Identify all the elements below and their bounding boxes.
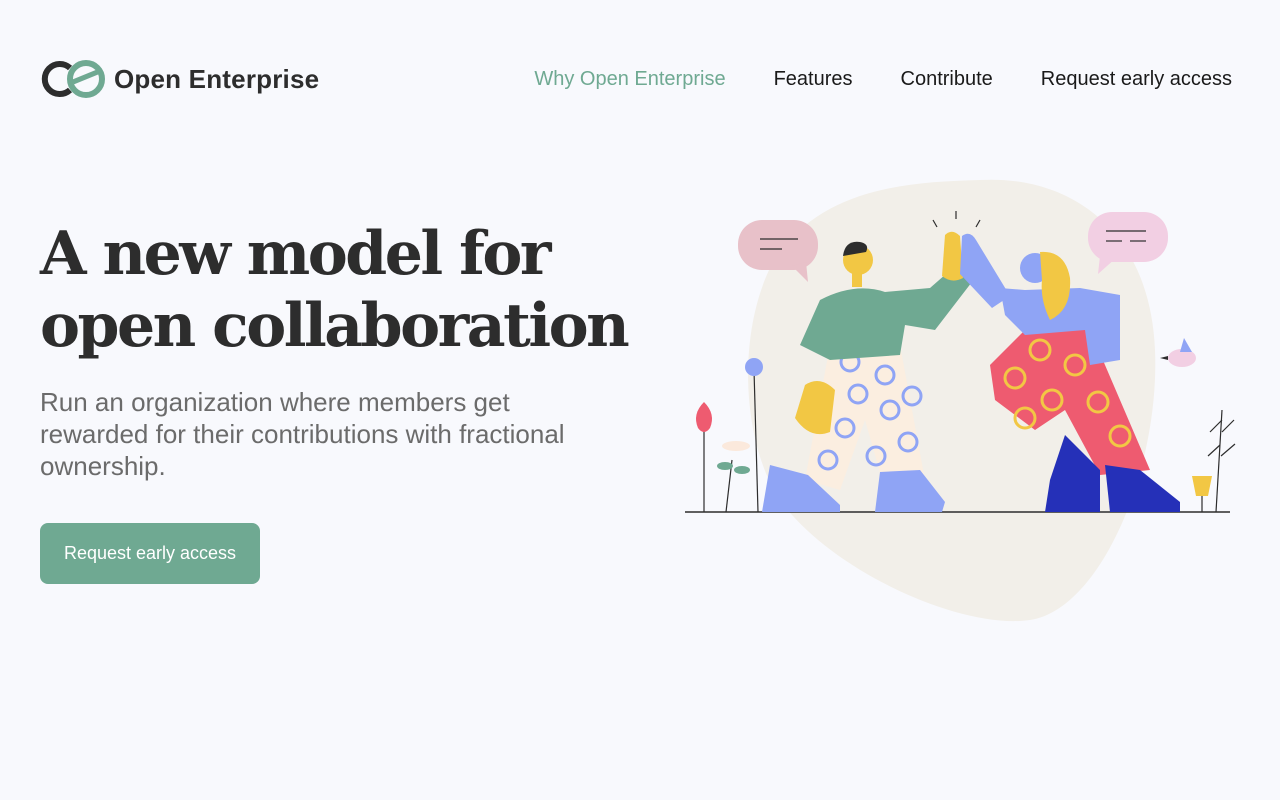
nav-why-open-enterprise[interactable]: Why Open Enterprise bbox=[534, 68, 725, 91]
nav-features[interactable]: Features bbox=[774, 68, 853, 91]
hero-subtitle: Run an organization where members get re… bbox=[40, 387, 565, 481]
main-nav: Why Open Enterprise Features Contribute … bbox=[534, 68, 1232, 91]
bird-icon bbox=[1160, 338, 1196, 367]
high-five-illustration bbox=[685, 179, 1236, 622]
brand-link[interactable]: Open Enterprise bbox=[40, 59, 319, 99]
nav-contribute[interactable]: Contribute bbox=[901, 68, 993, 91]
brand-name: Open Enterprise bbox=[114, 63, 320, 94]
request-early-access-button[interactable]: Request early access bbox=[40, 523, 260, 584]
nav-request-early-access[interactable]: Request early access bbox=[1041, 68, 1232, 91]
hero-title-line-2: open collaboration bbox=[40, 291, 630, 361]
plant-right-icon bbox=[1192, 409, 1236, 513]
site-header: Open Enterprise Why Open Enterprise Feat… bbox=[40, 56, 1232, 102]
hero-title-line-1: A new model for bbox=[40, 219, 552, 289]
open-enterprise-logo-icon bbox=[41, 60, 105, 98]
hero-title: A new model for open collaboration bbox=[40, 218, 640, 362]
